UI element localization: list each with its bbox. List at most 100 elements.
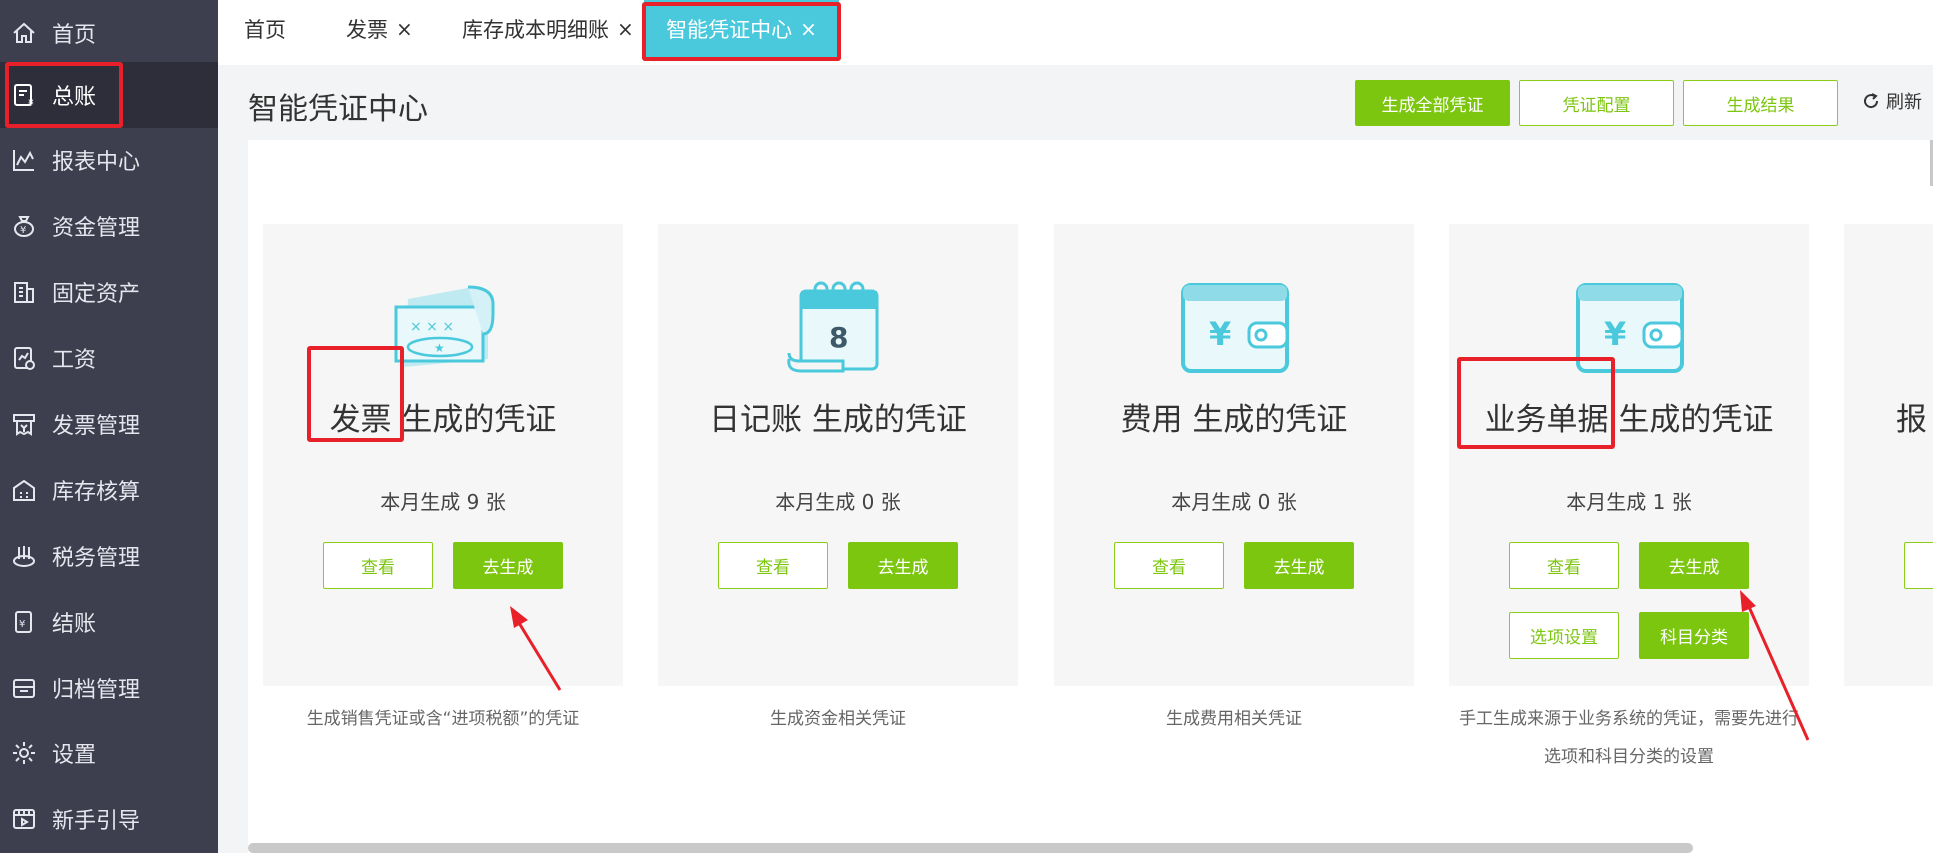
sidebar-item-guide[interactable]: 新手引导 (0, 786, 218, 852)
sidebar-item-ledger[interactable]: ¥ 总账 (0, 62, 218, 128)
checkout-icon: ¥ (10, 608, 38, 636)
tab-smart-voucher-center[interactable]: 智能凭证中心 × (644, 0, 839, 57)
sidebar-item-inventory[interactable]: 库存核算 (0, 457, 218, 523)
sidebar-item-label: 归档管理 (52, 678, 141, 703)
voucher-card-business-docs: ¥ 业务单据 生成的凭证 本月生成 1 张 查看 去生成 选项设置 科目分类 (1449, 224, 1809, 686)
svg-text:× × ×: × × × (410, 319, 454, 335)
svg-text:¥: ¥ (1604, 315, 1626, 353)
content-panel: × × × ★ 发票 生成的凭证 本月生成 9 张 查看 去生成 生成销售凭证或… (248, 140, 1933, 853)
home-icon (10, 19, 38, 47)
calendar-icon: 8 (787, 281, 879, 373)
card-description: 生成销售凭证或含“进项税额”的凭证 (306, 709, 580, 729)
sidebar-item-label: 新手引导 (52, 809, 141, 834)
tab-label: 发票 (346, 17, 388, 42)
close-icon[interactable]: × (396, 17, 413, 41)
sidebar: 首页 ¥ 总账 报表中心 ¥ 资金管理 固定资产 工资 发票管理 库存核算 税务… (0, 0, 218, 853)
view-button[interactable]: 查看 (1114, 542, 1224, 589)
ledger-icon: ¥ (10, 81, 38, 109)
generate-button[interactable]: 去生成 (453, 542, 563, 589)
option-settings-button[interactable]: 选项设置 (1509, 612, 1619, 659)
tab-bar: 首页 发票 × 库存成本明细账 × 智能凭证中心 × (218, 0, 1933, 65)
voucher-card-invoice: × × × ★ 发票 生成的凭证 本月生成 9 张 查看 去生成 (263, 224, 623, 686)
refresh-button[interactable]: 刷新 (1862, 88, 1922, 114)
svg-text:¥: ¥ (1209, 315, 1231, 353)
card-count: 本月生成 9 张 (380, 490, 506, 514)
tab-inventory-cost[interactable]: 库存成本明细账 × (462, 0, 634, 57)
wallet-icon: ¥ (1576, 283, 1684, 373)
sidebar-item-label: 发票管理 (52, 414, 141, 439)
money-bag-icon: ¥ (10, 212, 38, 240)
sidebar-item-reports[interactable]: 报表中心 (0, 127, 218, 193)
sidebar-item-label: 总账 (52, 85, 97, 110)
building-icon (10, 278, 38, 306)
sidebar-item-label: 资金管理 (52, 216, 141, 241)
card-title: 费用 生成的凭证 (1120, 402, 1348, 438)
sidebar-item-checkout[interactable]: ¥ 结账 (0, 589, 218, 655)
close-icon[interactable]: × (800, 17, 817, 41)
sidebar-item-funds[interactable]: ¥ 资金管理 (0, 193, 218, 259)
film-icon (10, 805, 38, 833)
tab-label: 智能凭证中心 (666, 17, 793, 42)
invoice-icon (10, 410, 38, 438)
refresh-icon (1864, 93, 1879, 109)
view-button[interactable]: 查看 (1509, 542, 1619, 589)
card-count: 本月生成 0 张 (1171, 490, 1297, 514)
card-title: 业务单据 生成的凭证 (1484, 402, 1774, 438)
card-description: 手工生成来源于业务系统的凭证，需要先进行 选项和科目分类的设置 (1449, 700, 1809, 776)
card-description: 生成费用相关凭证 (1166, 709, 1302, 729)
card-title: 发票 生成的凭证 (329, 402, 557, 438)
archive-icon (10, 674, 38, 702)
refresh-label: 刷新 (1886, 92, 1922, 113)
svg-text:¥: ¥ (20, 225, 26, 236)
generate-all-button[interactable]: 生成全部凭证 (1355, 80, 1510, 126)
tab-invoice[interactable]: 发票 × (346, 0, 413, 57)
card-description-line: 手工生成来源于业务系统的凭证，需要先进行 (1459, 709, 1799, 729)
sidebar-item-archive[interactable]: 归档管理 (0, 655, 218, 721)
sidebar-item-label: 结账 (52, 612, 97, 637)
svg-text:★: ★ (434, 341, 445, 355)
tax-icon (10, 542, 38, 570)
page-title: 智能凭证中心 (248, 92, 428, 127)
wallet-icon: ¥ (1181, 283, 1289, 373)
voucher-card-journal: 8 日记账 生成的凭证 本月生成 0 张 查看 去生成 (658, 224, 1018, 686)
view-button[interactable]: 查看 (718, 542, 828, 589)
sidebar-item-home[interactable]: 首页 (0, 0, 218, 66)
warehouse-icon (10, 476, 38, 504)
tab-home[interactable]: 首页 (244, 0, 286, 57)
sidebar-item-tax[interactable]: 税务管理 (0, 523, 218, 589)
sidebar-item-label: 固定资产 (52, 282, 141, 307)
horizontal-scrollbar[interactable] (248, 843, 1693, 853)
view-button[interactable]: 查看 (323, 542, 433, 589)
close-icon[interactable]: × (617, 17, 634, 41)
subject-category-button[interactable]: 科目分类 (1639, 612, 1749, 659)
tab-label: 首页 (244, 17, 286, 42)
generate-button[interactable]: 去生成 (1244, 542, 1354, 589)
sidebar-item-label: 库存核算 (52, 480, 141, 505)
sidebar-item-label: 税务管理 (52, 546, 141, 571)
card-title: 日记账 生成的凭证 (709, 402, 967, 438)
voucher-card-partial: 报 (1844, 224, 1933, 686)
sidebar-item-fixed-assets[interactable]: 固定资产 (0, 259, 218, 325)
gear-icon (10, 739, 38, 767)
tab-label: 库存成本明细账 (462, 17, 609, 42)
generate-button[interactable]: 去生成 (848, 542, 958, 589)
generate-button[interactable]: 去生成 (1639, 542, 1749, 589)
sidebar-item-label: 设置 (52, 743, 97, 768)
voucher-config-button[interactable]: 凭证配置 (1519, 80, 1674, 126)
svg-text:¥: ¥ (28, 99, 34, 108)
card-title: 报 (1896, 402, 1927, 438)
card-count: 本月生成 1 张 (1566, 490, 1692, 514)
svg-text:8: 8 (829, 321, 848, 354)
view-button[interactable] (1904, 542, 1933, 589)
generate-result-button[interactable]: 生成结果 (1683, 80, 1838, 126)
sidebar-item-label: 工资 (52, 348, 97, 373)
sidebar-item-settings[interactable]: 设置 (0, 720, 218, 786)
card-count: 本月生成 0 张 (775, 490, 901, 514)
sidebar-item-salary[interactable]: 工资 (0, 325, 218, 391)
salary-icon (10, 344, 38, 372)
chart-icon (10, 146, 38, 174)
card-description: 生成资金相关凭证 (770, 709, 906, 729)
invoice-ticket-icon: × × × ★ (394, 285, 495, 367)
sidebar-item-invoices[interactable]: 发票管理 (0, 391, 218, 457)
voucher-card-expense: ¥ 费用 生成的凭证 本月生成 0 张 查看 去生成 (1054, 224, 1414, 686)
